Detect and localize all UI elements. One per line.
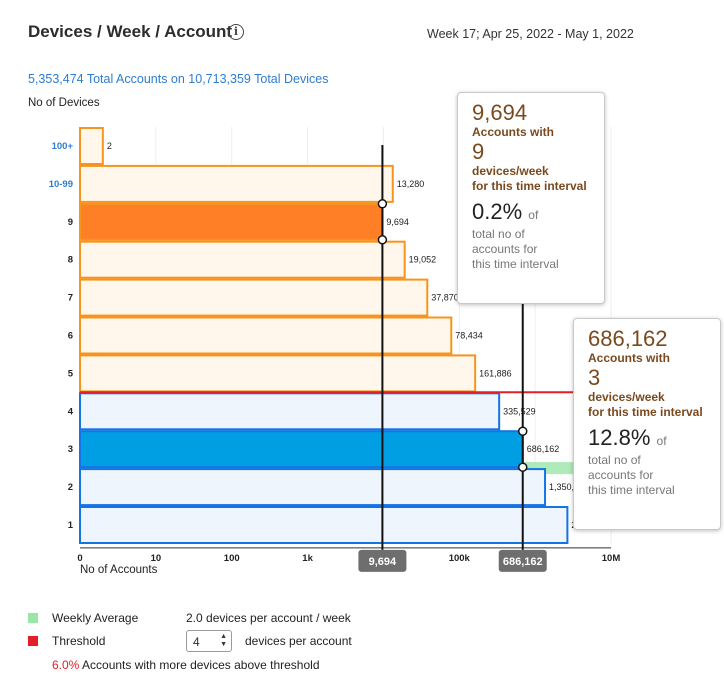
weekly-average-value: 2.0 devices per account / week bbox=[186, 611, 351, 625]
x-tick-label: 100 bbox=[224, 553, 240, 564]
marker-badge-label: 686,162 bbox=[503, 556, 543, 568]
bar-4 bbox=[79, 392, 501, 431]
marker-badge-label: 9,694 bbox=[369, 556, 397, 568]
tooltip-text: accounts for bbox=[472, 242, 538, 256]
bar-9 bbox=[79, 202, 384, 241]
above-threshold-pct: 6.0% bbox=[52, 658, 80, 672]
x-tick-label: 10M bbox=[602, 553, 621, 564]
data-label: 9,694 bbox=[386, 217, 409, 227]
y-tick-label: 1 bbox=[68, 520, 74, 531]
bar-3 bbox=[79, 430, 524, 469]
tooltip-text: devices/week bbox=[472, 164, 549, 178]
y-tick-label: 2 bbox=[68, 482, 73, 493]
x-tick-label: 0 bbox=[77, 553, 82, 564]
tooltip-text: this time interval bbox=[588, 483, 675, 497]
marker-handle bbox=[517, 426, 528, 436]
tooltip-3-devices: 686,162 Accounts with 3 devices/week for… bbox=[573, 318, 721, 530]
marker-handle bbox=[377, 199, 388, 209]
tooltip-percent: 12.8% of bbox=[588, 425, 667, 450]
marker-handle bbox=[517, 462, 528, 472]
above-threshold-note: 6.0% Accounts with more devices above th… bbox=[52, 658, 320, 672]
y-tick-label: 100+ bbox=[52, 141, 74, 152]
bar-10-99 bbox=[79, 164, 394, 203]
bar-8 bbox=[79, 240, 406, 279]
tooltip-text: total no of bbox=[472, 227, 525, 241]
above-threshold-text: Accounts with more devices above thresho… bbox=[82, 658, 320, 672]
x-tick-label: 10 bbox=[151, 553, 162, 564]
x-tick-label: 1k bbox=[302, 553, 313, 564]
weekly-average-swatch bbox=[28, 613, 38, 623]
bar-2 bbox=[79, 468, 547, 507]
tooltip-text: for this time interval bbox=[588, 405, 703, 419]
data-label: 78,434 bbox=[455, 330, 483, 340]
tooltip-text: for this time interval bbox=[472, 179, 587, 193]
tooltip-text: devices/week bbox=[588, 390, 665, 404]
threshold-value: 4 bbox=[193, 635, 200, 649]
y-tick-label: 8 bbox=[68, 255, 73, 266]
y-tick-label: 3 bbox=[68, 444, 73, 455]
tooltip-devices: 3 bbox=[588, 365, 601, 390]
marker-handle bbox=[377, 235, 388, 245]
x-tick-label: 100k bbox=[449, 553, 471, 564]
threshold-label: Threshold bbox=[52, 634, 106, 648]
data-label: 13,280 bbox=[397, 179, 425, 189]
bar-100+ bbox=[79, 127, 104, 165]
data-label: 161,886 bbox=[479, 368, 512, 378]
tooltip-text: Accounts with bbox=[588, 351, 671, 365]
threshold-stepper[interactable]: 4 ▲ ▼ bbox=[186, 630, 232, 652]
data-label: 2 bbox=[107, 141, 112, 151]
y-tick-label: 5 bbox=[68, 368, 74, 379]
tooltip-text: this time interval bbox=[472, 257, 559, 271]
tooltip-9-devices: 9,694 Accounts with 9 devices/week for t… bbox=[457, 92, 605, 304]
tooltip-count: 686,162 bbox=[588, 326, 668, 351]
data-label: 19,052 bbox=[409, 255, 437, 265]
y-tick-label: 10-99 bbox=[49, 179, 73, 190]
bar-6 bbox=[79, 316, 453, 355]
y-tick-label: 9 bbox=[68, 217, 73, 228]
threshold-swatch bbox=[28, 636, 38, 646]
tooltip-count: 9,694 bbox=[472, 100, 528, 125]
tooltip-devices: 9 bbox=[472, 139, 485, 164]
tooltip-percent: 0.2% of bbox=[472, 199, 539, 224]
bar-5 bbox=[79, 354, 477, 393]
y-tick-label: 4 bbox=[68, 406, 74, 417]
y-tick-label: 7 bbox=[68, 293, 73, 304]
y-tick-label: 6 bbox=[68, 330, 73, 341]
bar-7 bbox=[79, 278, 429, 317]
bar-1 bbox=[79, 506, 569, 544]
stepper-arrows-icon[interactable]: ▲ ▼ bbox=[220, 633, 227, 649]
tooltip-text: Accounts with bbox=[472, 125, 555, 139]
threshold-unit: devices per account bbox=[245, 634, 352, 648]
data-label: 37,870 bbox=[431, 293, 459, 303]
tooltip-text: total no of bbox=[588, 453, 641, 467]
data-label: 686,162 bbox=[527, 444, 560, 454]
data-label: 335,529 bbox=[503, 406, 536, 416]
weekly-average-label: Weekly Average bbox=[52, 611, 139, 625]
tooltip-text: accounts for bbox=[588, 468, 654, 482]
